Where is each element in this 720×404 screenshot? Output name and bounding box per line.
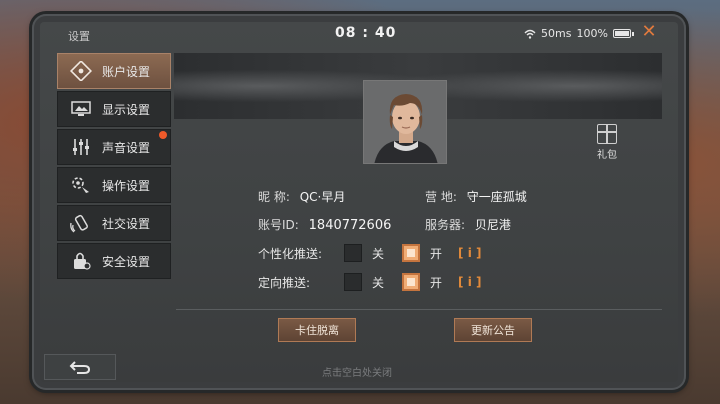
sidebar-item-label: 社交设置 bbox=[102, 216, 151, 231]
personalized-push-label: 个性化推送: bbox=[258, 246, 323, 261]
info-icon[interactable]: [ i ] bbox=[458, 246, 481, 260]
announcement-button[interactable]: 更新公告 bbox=[454, 318, 532, 342]
camp-row: 营 地: 守一座孤城 bbox=[425, 188, 527, 205]
clock: 08 : 40 bbox=[335, 25, 397, 41]
personalized-push-off-checkbox[interactable] bbox=[344, 244, 362, 262]
targeted-push-off-checkbox[interactable] bbox=[344, 273, 362, 291]
sidebar-item-control[interactable]: 操作设置 bbox=[57, 167, 171, 203]
targeted-push-label: 定向推送: bbox=[258, 275, 311, 290]
sidebar-item-social[interactable]: 社交设置 bbox=[57, 205, 171, 241]
unstuck-button[interactable]: 卡住脱离 bbox=[278, 318, 356, 342]
social-icon bbox=[68, 212, 94, 234]
battery-nub bbox=[631, 31, 634, 36]
back-button[interactable] bbox=[44, 354, 116, 380]
nickname-label: 昵 称: bbox=[258, 190, 290, 204]
notification-badge bbox=[159, 131, 167, 139]
account-icon bbox=[68, 60, 94, 82]
battery-percent: 100% bbox=[576, 27, 608, 40]
battery-icon bbox=[612, 29, 631, 38]
personalized-push-row: 个性化推送: 关 开 [ i ] bbox=[258, 244, 481, 262]
nickname-value: QC·早月 bbox=[299, 190, 346, 204]
nickname-row: 昵 称: QC·早月 bbox=[258, 188, 345, 205]
camp-label: 营 地: bbox=[425, 190, 457, 204]
account-id-row: 账号ID: 1840772606 bbox=[258, 216, 391, 233]
sidebar-item-label: 账户设置 bbox=[102, 64, 151, 79]
sound-icon bbox=[68, 136, 94, 158]
back-arrow-icon bbox=[69, 361, 91, 374]
avatar[interactable] bbox=[363, 80, 447, 164]
sidebar-item-account[interactable]: 账户设置 bbox=[57, 53, 171, 89]
gift-label: 礼包 bbox=[597, 150, 617, 161]
account-id-value: 1840772606 bbox=[308, 218, 392, 233]
avatar-portrait bbox=[364, 81, 446, 163]
sidebar-item-label: 声音设置 bbox=[102, 140, 151, 155]
sidebar-item-label: 操作设置 bbox=[102, 178, 151, 193]
close-button[interactable]: ✕ bbox=[640, 23, 658, 41]
targeted-push-on-checkbox[interactable] bbox=[402, 273, 421, 291]
info-icon[interactable]: [ i ] bbox=[458, 275, 481, 289]
off-label: 关 bbox=[372, 275, 385, 290]
server-row: 服务器: 贝尼港 bbox=[425, 216, 511, 233]
camp-value: 守一座孤城 bbox=[466, 190, 527, 204]
targeted-push-row: 定向推送: 关 开 [ i ] bbox=[258, 273, 481, 291]
control-icon bbox=[68, 174, 94, 196]
sidebar-item-label: 安全设置 bbox=[102, 254, 151, 269]
status-indicators: 50ms 100% bbox=[524, 27, 634, 40]
server-value: 贝尼港 bbox=[474, 218, 511, 232]
on-label: 开 bbox=[430, 275, 443, 290]
ping-value: 50ms bbox=[541, 27, 572, 40]
display-icon bbox=[68, 98, 94, 120]
server-label: 服务器: bbox=[425, 218, 466, 232]
close-icon: ✕ bbox=[641, 21, 657, 42]
sidebar-item-display[interactable]: 显示设置 bbox=[57, 91, 171, 127]
gift-icon bbox=[597, 124, 617, 144]
sidebar-item-sound[interactable]: 声音设置 bbox=[57, 129, 171, 165]
close-hint: 点击空白处关闭 bbox=[322, 368, 392, 379]
gift-button[interactable]: 礼包 bbox=[594, 124, 620, 161]
settings-sidebar: 账户设置 显示设置 声音设置 操作设置 社交设置 安全设置 bbox=[57, 53, 171, 281]
lock-icon bbox=[68, 250, 94, 272]
off-label: 关 bbox=[372, 246, 385, 261]
divider bbox=[176, 309, 662, 310]
personalized-push-on-checkbox[interactable] bbox=[402, 244, 421, 262]
on-label: 开 bbox=[430, 246, 443, 261]
sidebar-item-label: 显示设置 bbox=[102, 102, 151, 117]
sidebar-item-security[interactable]: 安全设置 bbox=[57, 243, 171, 279]
wifi-icon bbox=[524, 29, 536, 39]
panel-title: 设置 bbox=[68, 30, 90, 43]
account-id-label: 账号ID: bbox=[258, 218, 299, 232]
